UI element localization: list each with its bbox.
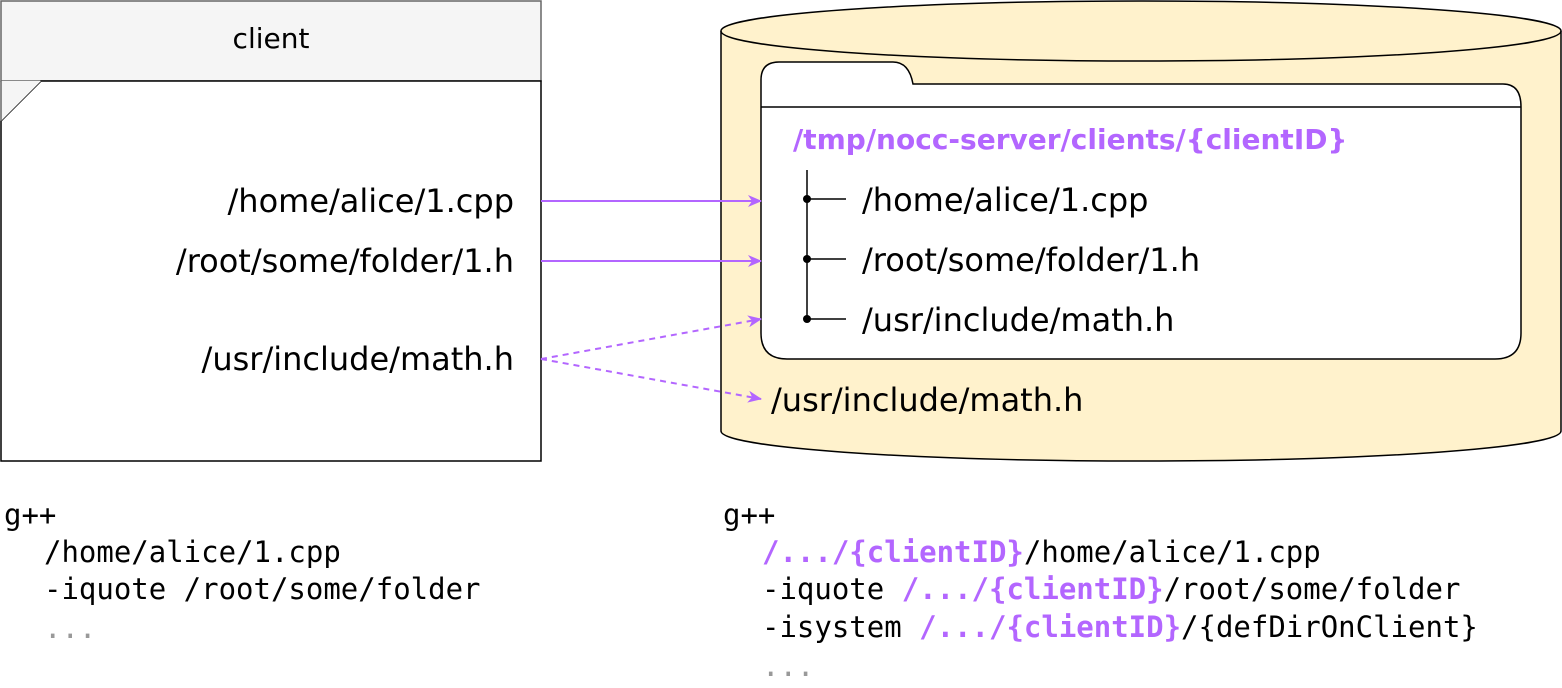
cylinder-top — [720, 0, 1562, 62]
server-cmd-ellipsis: ... — [762, 649, 815, 683]
client-box — [0, 0, 542, 462]
server-file-header: /root/some/folder/1.h — [862, 241, 1201, 279]
client-title: client — [232, 22, 310, 55]
client-file-cpp: /home/alice/1.cpp — [227, 182, 514, 220]
folder-path-label: /tmp/nocc-server/clients/{clientID} — [793, 123, 1348, 156]
client-cmd-line1: g++ — [4, 498, 57, 532]
client-id-prefix: /.../{clientID} — [901, 572, 1164, 606]
tree-node-dot — [803, 195, 811, 203]
client-id-prefix: /.../{clientID} — [919, 610, 1182, 644]
server-cmd-line4-path: /{defDirOnClient} — [1181, 610, 1478, 644]
iquote-flag: -iquote — [762, 572, 902, 606]
client-file-math: /usr/include/math.h — [201, 340, 514, 378]
server-file-math: /usr/include/math.h — [862, 301, 1175, 339]
client-cmd-line2: /home/alice/1.cpp — [44, 535, 341, 569]
server-cmd-line3: -iquote /.../{clientID}/root/some/folder — [762, 571, 1460, 608]
client-id-prefix: /.../{clientID} — [762, 535, 1024, 569]
server-cmd-line2: /.../{clientID}/home/alice/1.cpp — [762, 534, 1321, 571]
isystem-flag: -isystem — [762, 610, 920, 644]
client-cmd-line3: -iquote /root/some/folder — [44, 572, 481, 606]
tree-node-dot — [803, 255, 811, 263]
server-cmd-line3-path: /root/some/folder — [1163, 572, 1461, 606]
server-system-file: /usr/include/math.h — [771, 381, 1084, 419]
server-cmd-line1: g++ — [723, 498, 776, 532]
client-file-header: /root/some/folder/1.h — [175, 242, 514, 280]
client-cmd-ellipsis: ... — [44, 611, 97, 645]
server-file-cpp: /home/alice/1.cpp — [862, 181, 1149, 219]
server-cmd-line2-path: /home/alice/1.cpp — [1023, 535, 1321, 569]
server-cmd-line4: -isystem /.../{clientID}/{defDirOnClient… — [762, 609, 1478, 646]
tree-node-dot — [803, 315, 811, 323]
